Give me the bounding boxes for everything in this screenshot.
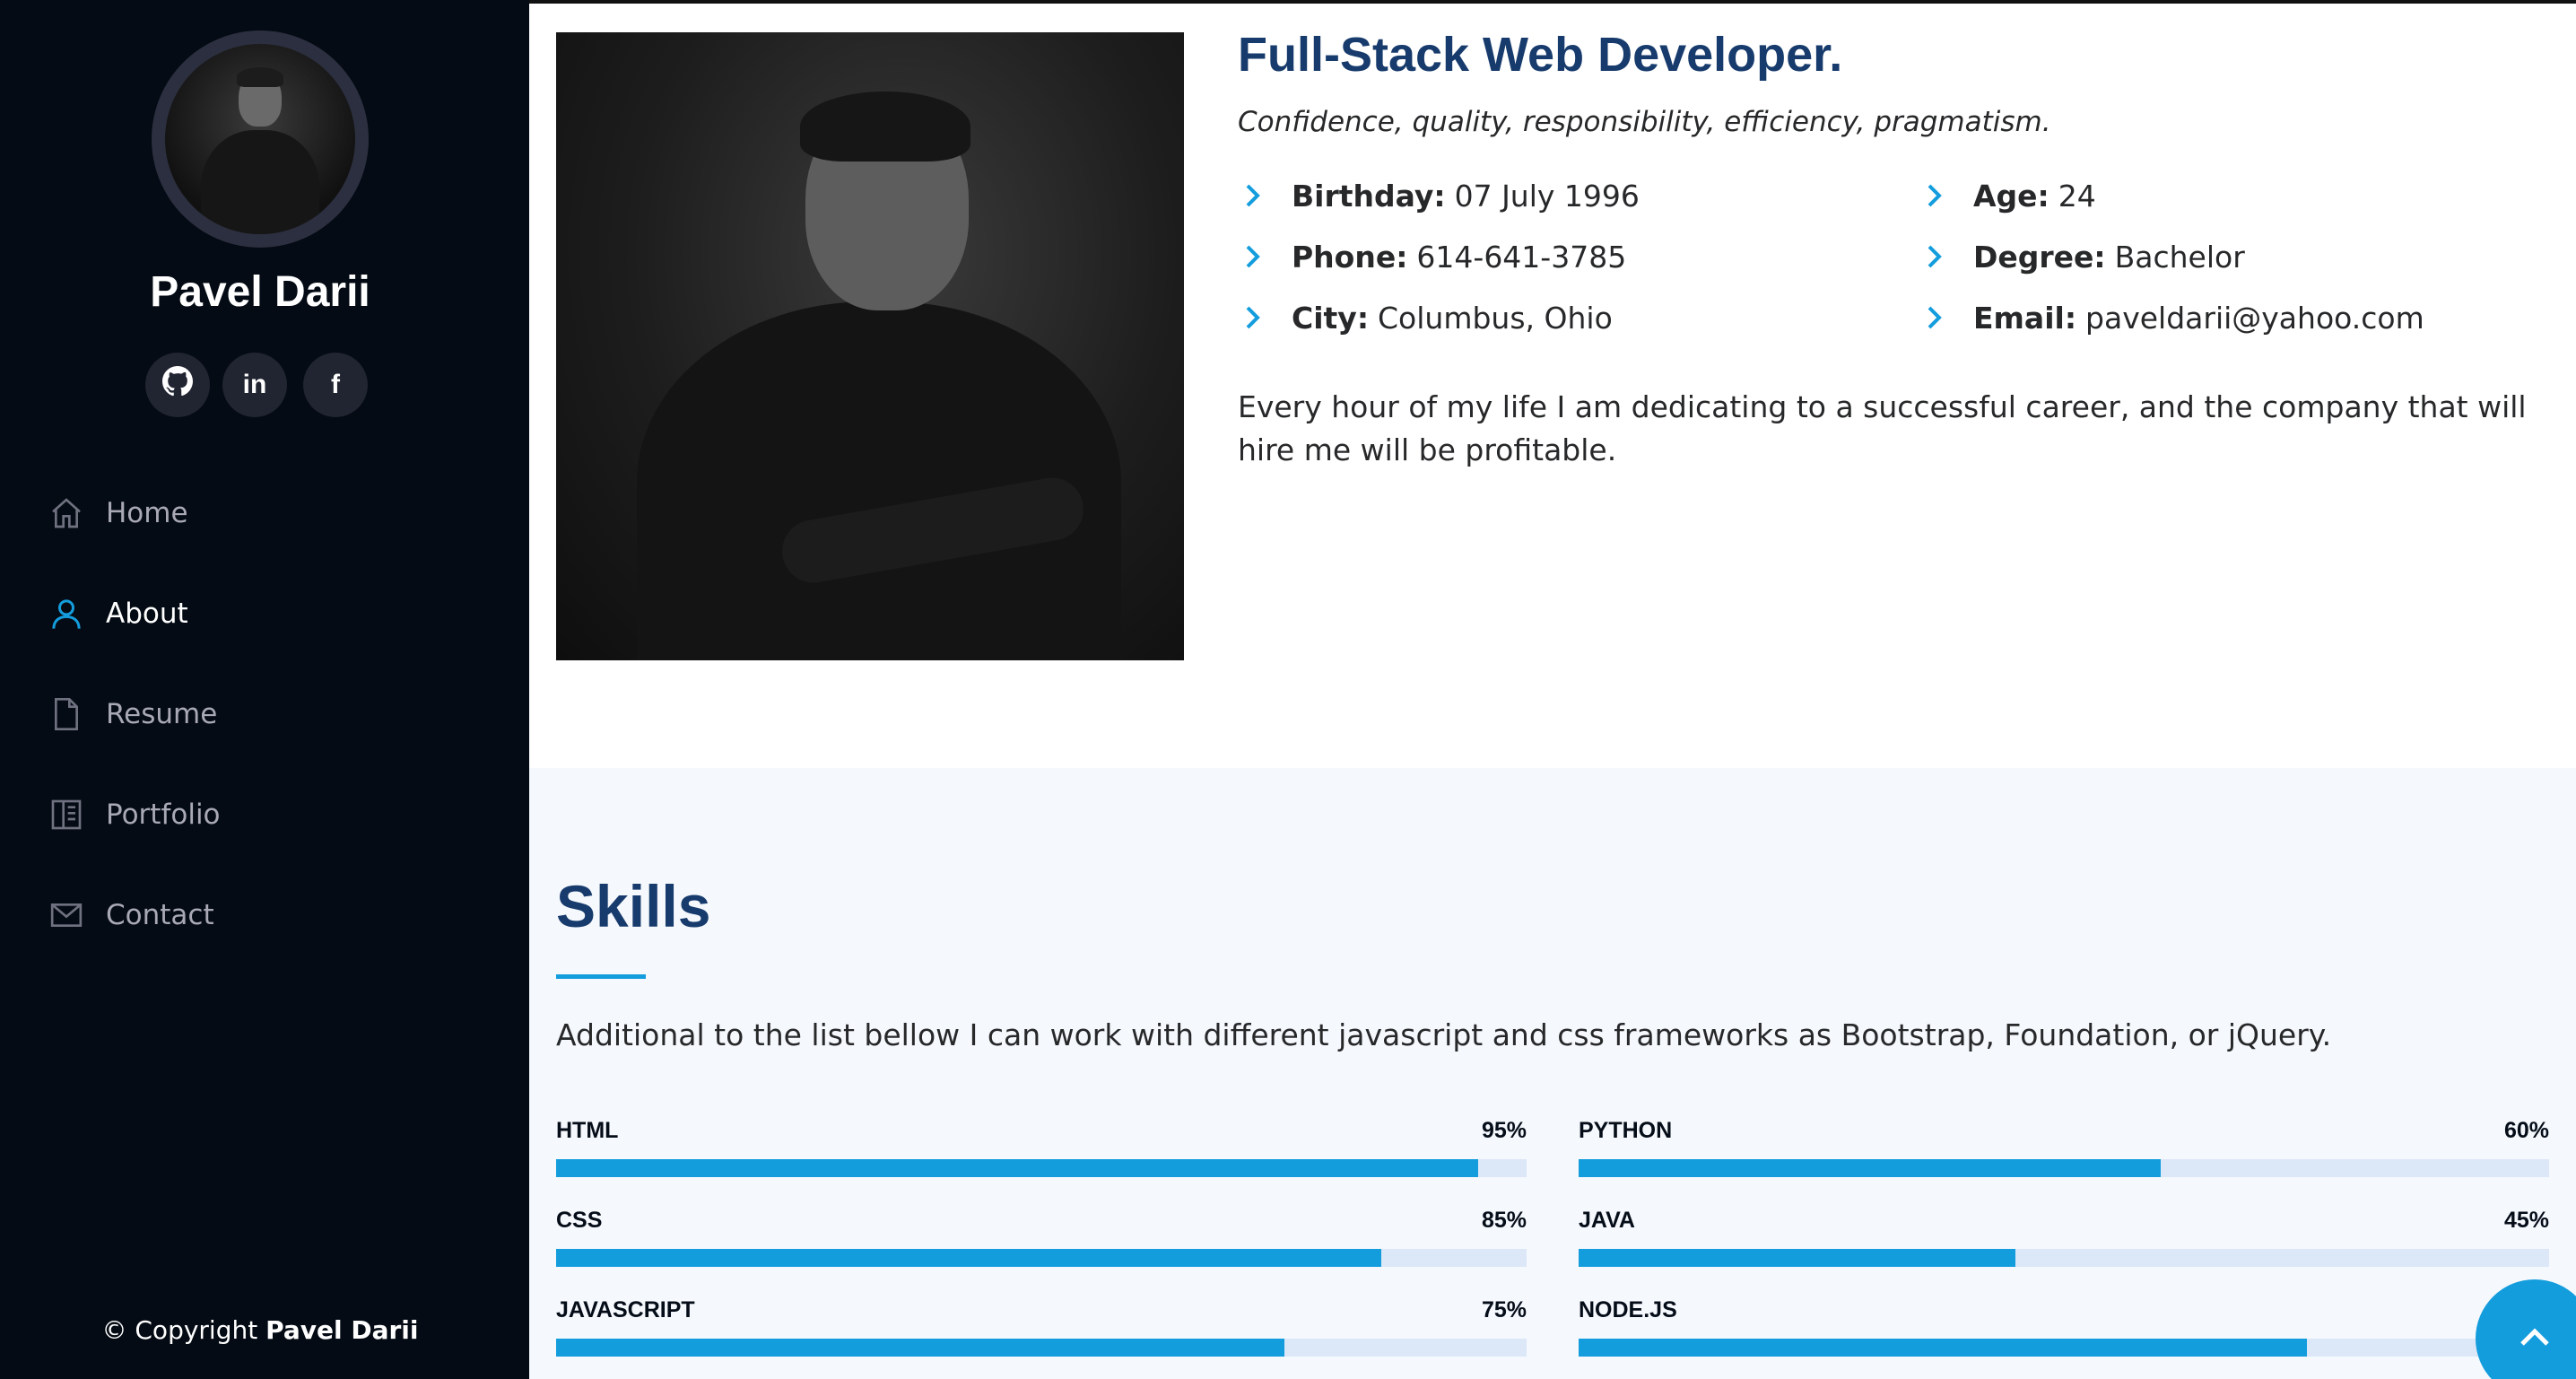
about-paragraph: Every hour of my life I am dedicating to…	[1238, 389, 2527, 467]
avatar	[152, 31, 369, 248]
info-label: City:	[1292, 300, 1370, 336]
skill-value: 85%	[1481, 1208, 1527, 1233]
home-icon	[47, 493, 86, 533]
info-phone: Phone: 614-641-3785	[1245, 234, 1626, 279]
skill-bar	[556, 1159, 1527, 1177]
info-label: Email:	[1973, 300, 2077, 336]
skill-name: PYTHON	[1579, 1118, 1673, 1143]
linkedin-icon: in	[242, 370, 267, 399]
nav-item-home-label: Home	[106, 497, 188, 529]
user-icon	[47, 594, 86, 633]
skill-bar-fill	[1579, 1339, 2307, 1357]
back-to-top-circle[interactable]	[2476, 1279, 2576, 1379]
info-label: Degree:	[1973, 239, 2106, 275]
skill-name: JAVASCRIPT	[556, 1297, 695, 1322]
profile-photo	[556, 32, 1184, 660]
back-to-top-button[interactable]	[2476, 1279, 2576, 1379]
github-link[interactable]	[145, 353, 210, 417]
nav-item-contact-label: Contact	[106, 899, 214, 931]
about-tagline: Confidence, quality, responsibility, eff…	[1238, 106, 2051, 138]
skill-bar-fill	[1579, 1249, 2015, 1267]
info-birthday: Birthday: 07 July 1996	[1245, 173, 1640, 218]
skill-bar-fill	[556, 1339, 1284, 1357]
github-icon	[162, 366, 193, 404]
facebook-link[interactable]: f	[303, 353, 368, 417]
nav-item-contact[interactable]: Contact	[47, 888, 214, 942]
info-label: Age:	[1973, 178, 2049, 214]
skill-bar	[556, 1339, 1527, 1357]
info-value: Columbus, Ohio	[1378, 300, 1613, 336]
top-border	[529, 0, 2576, 4]
info-value: 614-641-3785	[1416, 239, 1627, 275]
skill-bar	[1579, 1339, 2549, 1357]
skills-intro: Additional to the list bellow I can work…	[556, 1017, 2332, 1052]
chevron-right-icon	[1245, 183, 1265, 208]
skill-bar-fill	[556, 1159, 1478, 1177]
nav-item-about-label: About	[106, 598, 188, 630]
nav-item-portfolio-label: Portfolio	[106, 799, 221, 831]
nav-item-resume[interactable]: Resume	[47, 687, 217, 741]
skill-value: 95%	[1481, 1118, 1527, 1143]
nav-item-home[interactable]: Home	[47, 486, 188, 540]
skill-name: NODE.JS	[1579, 1297, 1677, 1322]
nav-item-portfolio[interactable]: Portfolio	[47, 788, 221, 842]
skill-name: CSS	[556, 1208, 603, 1233]
skills-title-underline	[556, 974, 646, 979]
skill-value: 75%	[1481, 1297, 1527, 1322]
skill-name: HTML	[556, 1118, 619, 1143]
info-label: Phone:	[1292, 239, 1408, 275]
info-city: City: Columbus, Ohio	[1245, 295, 1613, 340]
skill-value: 60%	[2503, 1118, 2549, 1143]
info-value: 07 July 1996	[1454, 178, 1640, 214]
file-icon	[47, 694, 86, 734]
chevron-right-icon	[1245, 244, 1265, 269]
book-icon	[47, 795, 86, 834]
skills-section	[529, 768, 2576, 1379]
chevron-right-icon	[1927, 305, 1946, 330]
sidebar: Pavel Darii in f Home About Resume Portf…	[0, 0, 529, 1379]
info-value: paveldarii@yahoo.com	[2085, 300, 2424, 336]
chevron-right-icon	[1927, 244, 1946, 269]
skill-bar	[1579, 1249, 2549, 1267]
info-age: Age: 24	[1927, 173, 2096, 218]
envelope-icon	[47, 895, 86, 935]
skill-bar-fill	[556, 1249, 1381, 1267]
facebook-icon: f	[331, 370, 340, 399]
info-degree: Degree: Bachelor	[1927, 234, 2245, 279]
skill-bar	[556, 1249, 1527, 1267]
nav-item-about[interactable]: About	[47, 587, 188, 641]
chevron-right-icon	[1927, 183, 1946, 208]
skill-name: JAVA	[1579, 1208, 1635, 1233]
copyright-name: Pavel Darii	[265, 1315, 419, 1345]
skill-value: 45%	[2503, 1208, 2549, 1233]
skills-title: Skills	[556, 873, 711, 939]
linkedin-link[interactable]: in	[222, 353, 287, 417]
about-headline: Full-Stack Web Developer.	[1238, 28, 1843, 82]
info-email: Email: paveldarii@yahoo.com	[1927, 295, 2424, 340]
chevron-up-icon	[2517, 1324, 2553, 1353]
skill-bar-fill	[1579, 1159, 2162, 1177]
nav-item-resume-label: Resume	[106, 698, 218, 730]
info-value: 24	[2058, 178, 2096, 214]
skill-bar	[1579, 1159, 2549, 1177]
copyright: © Copyright Pavel Darii	[0, 1315, 520, 1345]
copyright-prefix: © Copyright	[101, 1315, 258, 1345]
info-label: Birthday:	[1292, 178, 1446, 214]
info-value: Bachelor	[2114, 239, 2245, 275]
sidebar-name: Pavel Darii	[150, 268, 370, 316]
chevron-right-icon	[1245, 305, 1265, 330]
avatar-photo	[165, 44, 355, 234]
